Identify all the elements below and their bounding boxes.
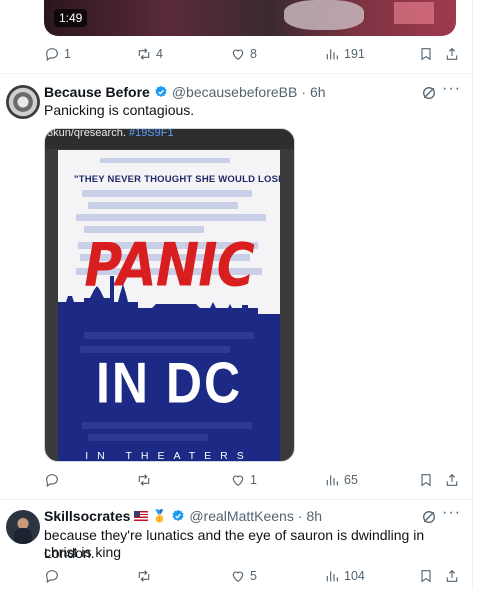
redaction-bar: [88, 434, 208, 441]
redaction-bar: [82, 190, 252, 197]
grok-icon[interactable]: [421, 509, 437, 525]
reply-button[interactable]: [44, 566, 64, 586]
medal-emoji: 🥇: [152, 509, 168, 523]
video-duration: 1:49: [54, 9, 88, 27]
views-button[interactable]: 104: [324, 566, 365, 586]
author-name[interactable]: Skillsocrates: [44, 508, 130, 524]
views-icon: [326, 49, 338, 60]
action-bar: 5 104: [44, 566, 462, 586]
repost-button[interactable]: [136, 566, 156, 586]
reply-icon: [46, 474, 58, 488]
redaction-bar: [88, 202, 238, 209]
verified-icon: [155, 85, 167, 97]
like-button[interactable]: 8: [230, 44, 257, 64]
action-bar: 1 4 8 191: [44, 44, 462, 64]
post-header: Skillsocrates 🥇 @realMattKeens · 8h: [44, 508, 322, 524]
like-count: 5: [250, 569, 257, 583]
us-flag-emoji: [134, 511, 149, 521]
capitol-skyline: [58, 276, 258, 316]
separator: ·: [297, 508, 303, 524]
share-icon: [446, 47, 458, 60]
like-count: 8: [250, 47, 257, 61]
repost-button[interactable]: [136, 470, 156, 490]
post-media[interactable]: 8kun/qresearch. #19S9F1 "THEY NEVER THOU…: [44, 128, 295, 462]
share-icon: [446, 473, 458, 486]
views-count: 191: [344, 47, 365, 61]
grok-icon[interactable]: [421, 85, 437, 101]
verified-icon: [172, 509, 184, 521]
bookmark-button[interactable]: [418, 44, 434, 64]
bookmark-icon: [421, 474, 431, 487]
share-icon: [446, 569, 458, 582]
video-player[interactable]: 1:49: [44, 0, 456, 36]
share-button[interactable]: [444, 470, 460, 490]
reply-button[interactable]: 1: [44, 44, 71, 64]
like-count: 1: [250, 473, 257, 487]
media-url-highlight: #19S9F1: [128, 128, 174, 139]
reply-count: 1: [64, 47, 71, 61]
media-caption-bar: 8kun/qresearch. #19S9F1: [45, 128, 294, 149]
poster-image: "THEY NEVER THOUGHT SHE WOULD LOSE" -Q P…: [58, 150, 280, 462]
author-name[interactable]: Because Before: [44, 84, 150, 100]
post-divider: [0, 73, 472, 74]
video-frame-detail: [394, 2, 434, 24]
poster-footer: IN THEATERS NOW: [85, 450, 253, 462]
reply-button[interactable]: [44, 470, 64, 490]
like-icon: [232, 571, 244, 583]
more-icon[interactable]: ···: [442, 80, 461, 98]
redaction-bar: [100, 158, 230, 163]
views-count: 104: [344, 569, 365, 583]
video-frame-detail: [284, 0, 364, 30]
redaction-bar: [82, 422, 252, 429]
avatar[interactable]: [6, 510, 40, 544]
author-handle[interactable]: @realMattKeens: [189, 508, 293, 524]
more-icon[interactable]: ···: [442, 504, 461, 522]
views-button[interactable]: 191: [324, 44, 365, 64]
share-button[interactable]: [444, 44, 460, 64]
bookmark-button[interactable]: [418, 566, 434, 586]
poster-quote: "THEY NEVER THOUGHT SHE WOULD LOSE" -Q: [74, 174, 280, 185]
bookmark-icon: [421, 570, 431, 583]
repost-icon: [138, 474, 150, 486]
media-url: 8kun/qresearch.: [47, 128, 126, 139]
action-bar: 1 65: [44, 470, 462, 490]
like-icon: [232, 49, 244, 61]
views-count: 65: [344, 473, 358, 487]
bookmark-button[interactable]: [418, 470, 434, 490]
poster-subtitle: IN DC: [95, 350, 243, 416]
avatar[interactable]: [6, 85, 40, 119]
views-button[interactable]: 65: [324, 470, 358, 490]
column-border: [472, 0, 473, 589]
views-icon: [326, 475, 338, 486]
timeline-feed: 1:49 1 4 8 191 Because Before @becausebe…: [0, 0, 491, 589]
like-icon: [232, 475, 244, 487]
share-button[interactable]: [444, 566, 460, 586]
like-button[interactable]: 5: [230, 566, 257, 586]
like-button[interactable]: 1: [230, 470, 257, 490]
views-icon: [326, 571, 338, 582]
post-text: Panicking is contagious.: [44, 102, 195, 118]
repost-count: 4: [156, 47, 163, 61]
post-time[interactable]: 8h: [307, 508, 323, 524]
post-header: Because Before @becausebeforeBB · 6h: [44, 84, 326, 100]
repost-icon: [138, 570, 150, 582]
post-divider: [0, 499, 472, 500]
reply-icon: [46, 48, 58, 62]
post-time[interactable]: 6h: [310, 84, 326, 100]
media-url-text: 8kun/qresearch. #19S9F1: [47, 128, 174, 139]
separator: ·: [301, 84, 307, 100]
reply-icon: [46, 570, 58, 584]
redaction-bar: [84, 332, 254, 339]
bookmark-icon: [421, 48, 431, 61]
post-text-line: christ is king: [44, 544, 122, 560]
repost-icon: [138, 48, 150, 60]
repost-button[interactable]: 4: [136, 44, 163, 64]
author-handle[interactable]: @becausebeforeBB: [172, 84, 298, 100]
redaction-bar: [76, 214, 266, 221]
